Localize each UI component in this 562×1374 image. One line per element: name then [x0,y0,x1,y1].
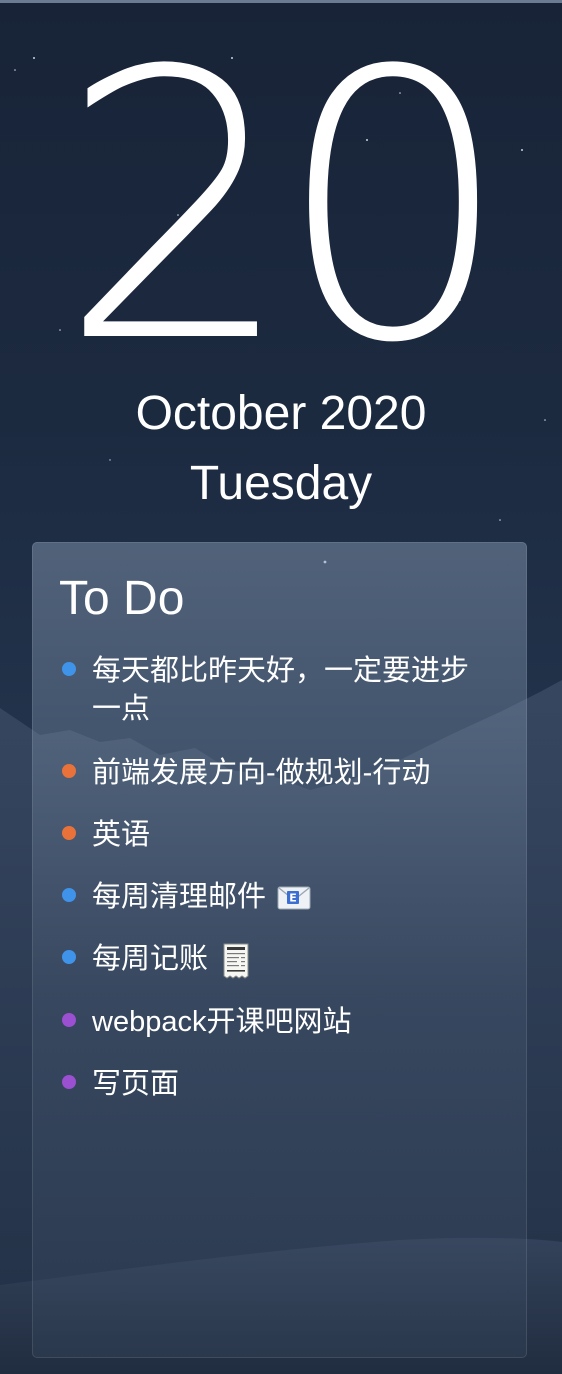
bullet-dot-icon [62,1012,76,1027]
todo-item[interactable]: 每周清理邮件 E [32,878,527,916]
todo-item-text: 每天都比昨天好，一定要进步一点 [92,655,470,725]
todo-item[interactable]: 每天都比昨天好，一定要进步一点 [32,652,527,728]
todo-item[interactable]: webpack开课吧网站 [32,1003,527,1041]
todo-item-text: 写页面 [92,1067,180,1100]
bullet-dot-icon [62,950,76,965]
todo-item[interactable]: 前端发展方向-做规划-行动 [32,754,527,792]
todo-item[interactable]: 写页面 [32,1065,527,1103]
todo-item-text: 前端发展方向-做规划-行动 [92,757,431,789]
bullet-dot-icon [62,1074,76,1089]
envelope-icon: E [277,886,311,910]
todo-item-text: 每周记账 [92,943,209,976]
todo-item-text: 英语 [92,819,151,851]
bullet-dot-icon [62,888,76,902]
todo-title: To Do [59,572,185,625]
todo-item-text: webpack开课吧网站 [92,1005,352,1038]
receipt-icon [223,943,249,979]
todo-item[interactable]: 英语 [32,816,527,854]
svg-text:E: E [289,892,297,905]
calendar-widget: 20 October 2020 Tuesday To Do 每天都比昨天好，一定… [0,0,562,1374]
todo-item[interactable]: 每周记账 [32,940,527,979]
bullet-dot-icon [62,662,76,676]
month-year-label: October 2020 [135,387,427,440]
todo-panel: To Do 每天都比昨天好，一定要进步一点 前端发展方向-做规划-行动 英语 每… [32,542,527,1358]
bullet-dot-icon [62,764,76,778]
todo-list: 每天都比昨天好，一定要进步一点 前端发展方向-做规划-行动 英语 每周清理邮件 … [32,652,527,1127]
todo-item-text: 每周清理邮件 [92,881,267,913]
day-number: 20 [58,0,512,424]
weekday-label: Tuesday [189,457,373,510]
bullet-dot-icon [62,826,76,840]
